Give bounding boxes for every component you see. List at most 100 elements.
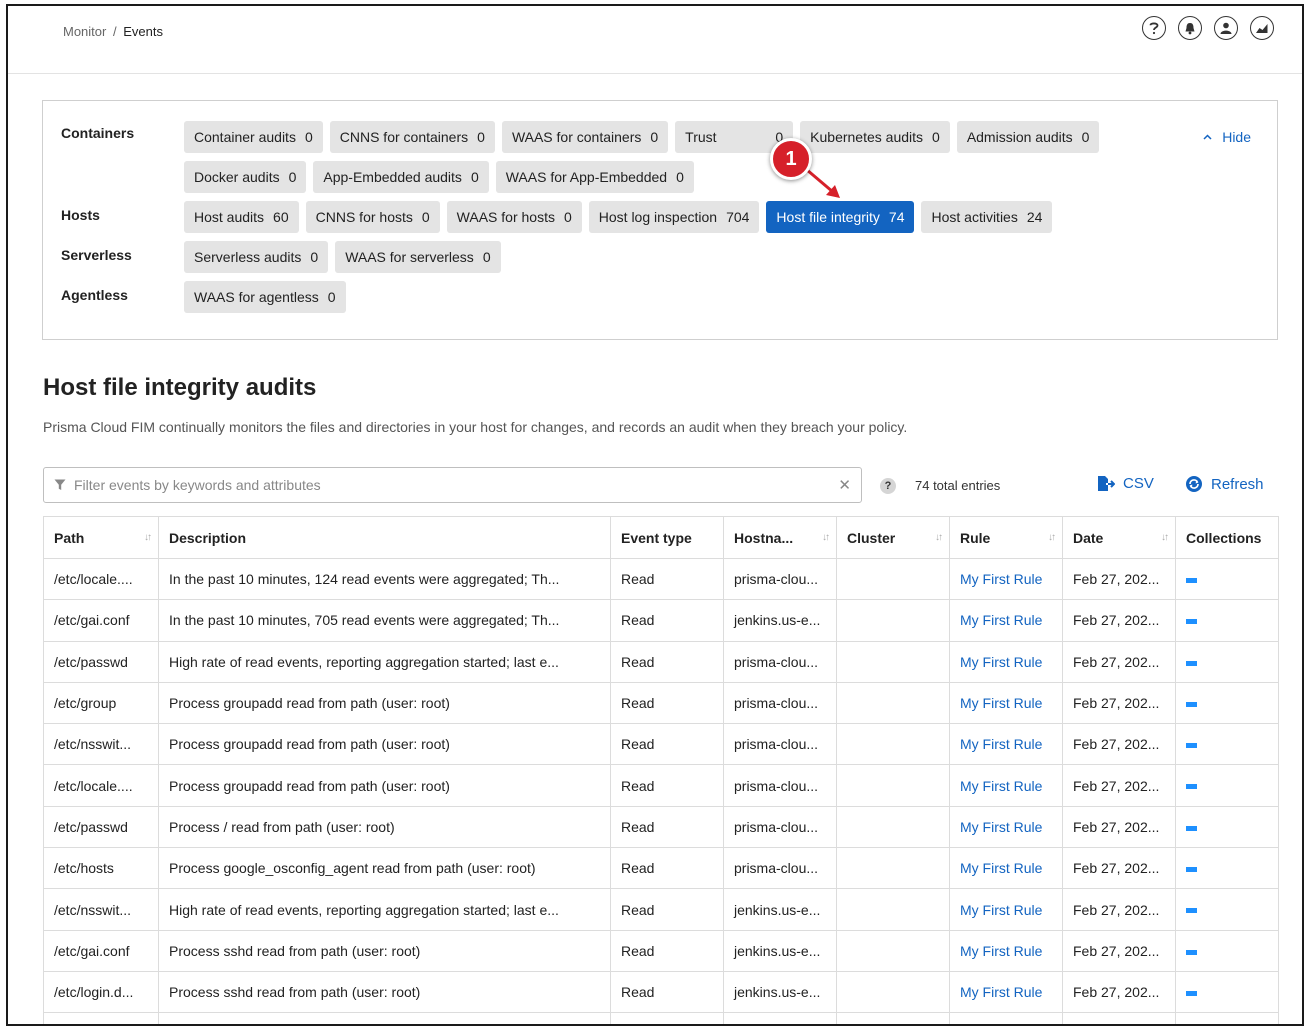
- cell-description-text: High rate of read events, reporting aggr…: [169, 653, 559, 670]
- table-row[interactable]: [43, 1012, 1279, 1024]
- clear-icon[interactable]: ✕: [838, 476, 851, 494]
- column-label: Date: [1073, 529, 1104, 546]
- events-table: Path ↓↑ Description Event type Hostna... ↓…: [43, 516, 1279, 1024]
- cell-rule-text[interactable]: My First Rule: [960, 571, 1042, 587]
- cell-hostname: [723, 1012, 837, 1024]
- cell-event-type: Read: [610, 599, 724, 642]
- csv-export-button[interactable]: CSV: [1097, 475, 1154, 492]
- user-icon[interactable]: [1214, 16, 1238, 40]
- filter-chip-waas-for-containers[interactable]: WAAS for containers 0: [501, 121, 669, 153]
- cell-description-text: Process google_osconfig_agent read from …: [169, 860, 536, 877]
- column-header-rule[interactable]: Rule ↓↑: [949, 516, 1063, 559]
- chip-label: CNNS for hosts: [315, 209, 413, 225]
- chart-icon[interactable]: [1250, 16, 1274, 40]
- event-filter-panel: Containers Hosts Serverless Agentless Co…: [42, 100, 1278, 340]
- sort-icon[interactable]: ↓↑: [1048, 532, 1056, 543]
- cell-rule-text[interactable]: My First Rule: [960, 943, 1042, 959]
- cell-rule-text[interactable]: My First Rule: [960, 654, 1042, 670]
- table-row[interactable]: /etc/nsswit... Process groupadd read from…: [43, 723, 1279, 766]
- cell-rule-text[interactable]: My First Rule: [960, 984, 1042, 1000]
- filter-chip-waas-for-app-embedded[interactable]: WAAS for App-Embedded 0: [495, 161, 694, 193]
- filter-chip-host-file-integrity[interactable]: Host file integrity 74: [766, 201, 915, 233]
- help-icon[interactable]: [1142, 16, 1166, 40]
- filter-chip-docker-audits[interactable]: Docker audits 0: [184, 161, 307, 193]
- table-row[interactable]: /etc/locale.... Process groupadd read fro…: [43, 764, 1279, 807]
- breadcrumb-parent[interactable]: Monitor: [63, 24, 106, 39]
- table-row[interactable]: /etc/login.d... Process sshd read from pa…: [43, 970, 1279, 1014]
- cell-date: Feb 27, 202...: [1062, 888, 1176, 931]
- filter-chip-host-activities[interactable]: Host activities 24: [921, 201, 1053, 233]
- column-header-cluster[interactable]: Cluster ↓↑: [836, 516, 950, 559]
- cell-event-type: [610, 1012, 724, 1024]
- cell-rule-text[interactable]: My First Rule: [960, 736, 1042, 752]
- cell-rule-text[interactable]: My First Rule: [960, 778, 1042, 794]
- cell-hostname-text: prisma-clou...: [734, 653, 819, 670]
- cell-rule: My First Rule: [949, 723, 1063, 766]
- filter-chip-container-audits[interactable]: Container audits 0: [184, 121, 323, 153]
- cell-collections: [1175, 847, 1279, 890]
- table-row[interactable]: /etc/gai.conf Process sshd read from path…: [43, 929, 1279, 972]
- filter-chip-serverless-audits[interactable]: Serverless audits 0: [184, 241, 329, 273]
- sort-icon[interactable]: ↓↑: [144, 532, 152, 543]
- cell-description: Process groupadd read from path (user: r…: [158, 764, 611, 807]
- column-label: Rule: [960, 529, 991, 546]
- filter-chip-waas-for-hosts[interactable]: WAAS for hosts 0: [446, 201, 582, 233]
- cell-rule-text[interactable]: My First Rule: [960, 860, 1042, 876]
- table-row[interactable]: /etc/passwd High rate of read events, rep…: [43, 640, 1279, 683]
- filter-search-input[interactable]: [74, 477, 831, 493]
- table-row[interactable]: /etc/group Process groupadd read from pat…: [43, 681, 1279, 725]
- chip-count: 74: [888, 209, 905, 225]
- filter-chip-admission-audits[interactable]: Admission audits 0: [956, 121, 1100, 153]
- cell-hostname: prisma-clou...: [723, 557, 837, 601]
- cell-path: /etc/locale....: [43, 557, 159, 601]
- cell-collections: [1175, 805, 1279, 849]
- sort-icon[interactable]: ↓↑: [935, 532, 943, 543]
- chip-count: 0: [563, 209, 572, 225]
- cell-hostname: prisma-clou...: [723, 847, 837, 890]
- cell-description-text: In the past 10 minutes, 705 read events …: [169, 612, 560, 629]
- breadcrumb-current: Events: [123, 24, 163, 39]
- cell-date-text: Feb 27, 202...: [1073, 860, 1160, 877]
- bell-icon[interactable]: [1178, 16, 1202, 40]
- filter-chip-kubernetes-audits[interactable]: Kubernetes audits 0: [800, 121, 950, 153]
- cell-path-text: /etc/passwd: [54, 653, 128, 670]
- hide-filters-toggle[interactable]: Hide: [1203, 129, 1251, 145]
- filter-chip-host-audits[interactable]: Host audits 60: [184, 201, 299, 233]
- cell-date: [1062, 1012, 1176, 1024]
- cell-cluster: [836, 723, 950, 766]
- cell-date-text: Feb 27, 202...: [1073, 818, 1160, 835]
- filter-chip-app-embedded-audits[interactable]: App-Embedded audits 0: [313, 161, 489, 193]
- cell-hostname-text: prisma-clou...: [734, 695, 819, 712]
- filter-chip-waas-for-serverless[interactable]: WAAS for serverless 0: [335, 241, 501, 273]
- cell-rule-text[interactable]: My First Rule: [960, 819, 1042, 835]
- refresh-button[interactable]: Refresh: [1185, 475, 1264, 493]
- cell-hostname: prisma-clou...: [723, 805, 837, 849]
- cell-path: /etc/gai.conf: [43, 599, 159, 642]
- cell-rule-text[interactable]: My First Rule: [960, 612, 1042, 628]
- column-header-hostname[interactable]: Hostna... ↓↑: [723, 516, 837, 559]
- chip-row: WAAS for agentless 0: [184, 281, 346, 313]
- chip-label: Host activities: [931, 209, 1018, 225]
- table-row[interactable]: /etc/passwd Process / read from path (use…: [43, 805, 1279, 849]
- cell-description-text: Process / read from path (user: root): [169, 818, 395, 835]
- sort-icon[interactable]: ↓↑: [822, 532, 830, 543]
- chip-label: Container audits: [194, 129, 296, 145]
- column-header-date[interactable]: Date ↓↑: [1062, 516, 1176, 559]
- column-header-path[interactable]: Path ↓↑: [43, 516, 159, 559]
- cell-description: High rate of read events, reporting aggr…: [158, 640, 611, 683]
- table-row[interactable]: /etc/locale.... In the past 10 minutes, 1…: [43, 557, 1279, 601]
- cell-rule: My First Rule: [949, 640, 1063, 683]
- filter-chip-waas-for-agentless[interactable]: WAAS for agentless 0: [184, 281, 346, 313]
- cell-path: /etc/passwd: [43, 640, 159, 683]
- filter-chip-cnns-for-hosts[interactable]: CNNS for hosts 0: [305, 201, 440, 233]
- cell-rule-text[interactable]: My First Rule: [960, 902, 1042, 918]
- table-row[interactable]: /etc/nsswit... High rate of read events, …: [43, 888, 1279, 931]
- table-row[interactable]: /etc/hosts Process google_osconfig_agent …: [43, 847, 1279, 890]
- filter-chip-host-log-inspection[interactable]: Host log inspection 704: [588, 201, 760, 233]
- filter-chip-cnns-for-containers[interactable]: CNNS for containers 0: [329, 121, 495, 153]
- table-row[interactable]: /etc/gai.conf In the past 10 minutes, 705…: [43, 599, 1279, 642]
- entries-help-icon[interactable]: ?: [880, 478, 896, 494]
- collection-indicator-icon: [1186, 949, 1197, 955]
- sort-icon[interactable]: ↓↑: [1161, 532, 1169, 543]
- cell-rule-text[interactable]: My First Rule: [960, 695, 1042, 711]
